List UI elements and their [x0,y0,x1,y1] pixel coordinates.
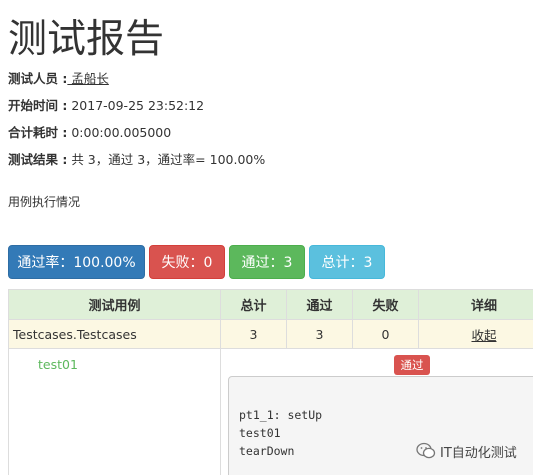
case-name: test01 [9,349,221,475]
header-fail: 失败 [353,290,419,319]
pass-rate-button[interactable]: 通过率：100.00% [8,245,145,279]
class-pass: 3 [287,320,353,348]
collapse-link[interactable]: 收起 [471,325,496,344]
table-row: Testcases.Testcases 3 3 0 收起 [9,320,533,349]
attr-tester-value: 孟船长 [67,71,109,86]
page-title: 测试报告 [8,17,165,62]
wechat-icon [416,442,436,459]
attr-start-time-value: 2017-09-25 23:52:12 [67,98,205,113]
class-fail: 0 [353,320,419,348]
table-header-row: 测试用例 总计 通过 失败 详细 [9,289,533,320]
attr-duration-value: 0:00:00.005000 [67,125,172,140]
attr-result: 测试结果 : 共 3，通过 3，通过率= 100.00% [8,152,265,168]
report-page: 测试报告 测试人员 : 孟船长 开始时间 : 2017-09-25 23:52:… [0,0,533,475]
attr-tester: 测试人员 : 孟船长 [8,71,109,87]
header-detail: 详细 [470,299,497,314]
attr-result-key: 测试结果 : [8,152,68,167]
header-total: 总计 [221,290,287,319]
class-total: 3 [221,320,287,348]
attr-start-time-key: 开始时间 : [8,98,68,113]
fail-filter-button[interactable]: 失败：0 [149,245,225,279]
watermark-text: IT自动化测试 [440,445,517,461]
pass-filter-button[interactable]: 通过：3 [229,245,305,279]
section-note: 用例执行情况 [8,195,81,209]
header-test-case: 测试用例 [9,290,221,319]
attr-duration: 合计耗时 : 0:00:00.005000 [8,125,171,141]
attr-result-value: 共 3，通过 3，通过率= 100.00% [67,152,266,167]
attr-start-time: 开始时间 : 2017-09-25 23:52:12 [8,98,204,114]
total-filter-button[interactable]: 总计：3 [309,245,385,279]
detail-cell: 收起 [419,320,533,348]
class-name: Testcases.Testcases [9,320,221,348]
attr-tester-key: 测试人员 : [8,71,68,86]
header-pass: 通过 [287,290,353,319]
attr-duration-key: 合计耗时 : [8,125,68,140]
status-badge[interactable]: 通过 [394,355,430,375]
watermark: IT自动化测试 [416,440,517,462]
